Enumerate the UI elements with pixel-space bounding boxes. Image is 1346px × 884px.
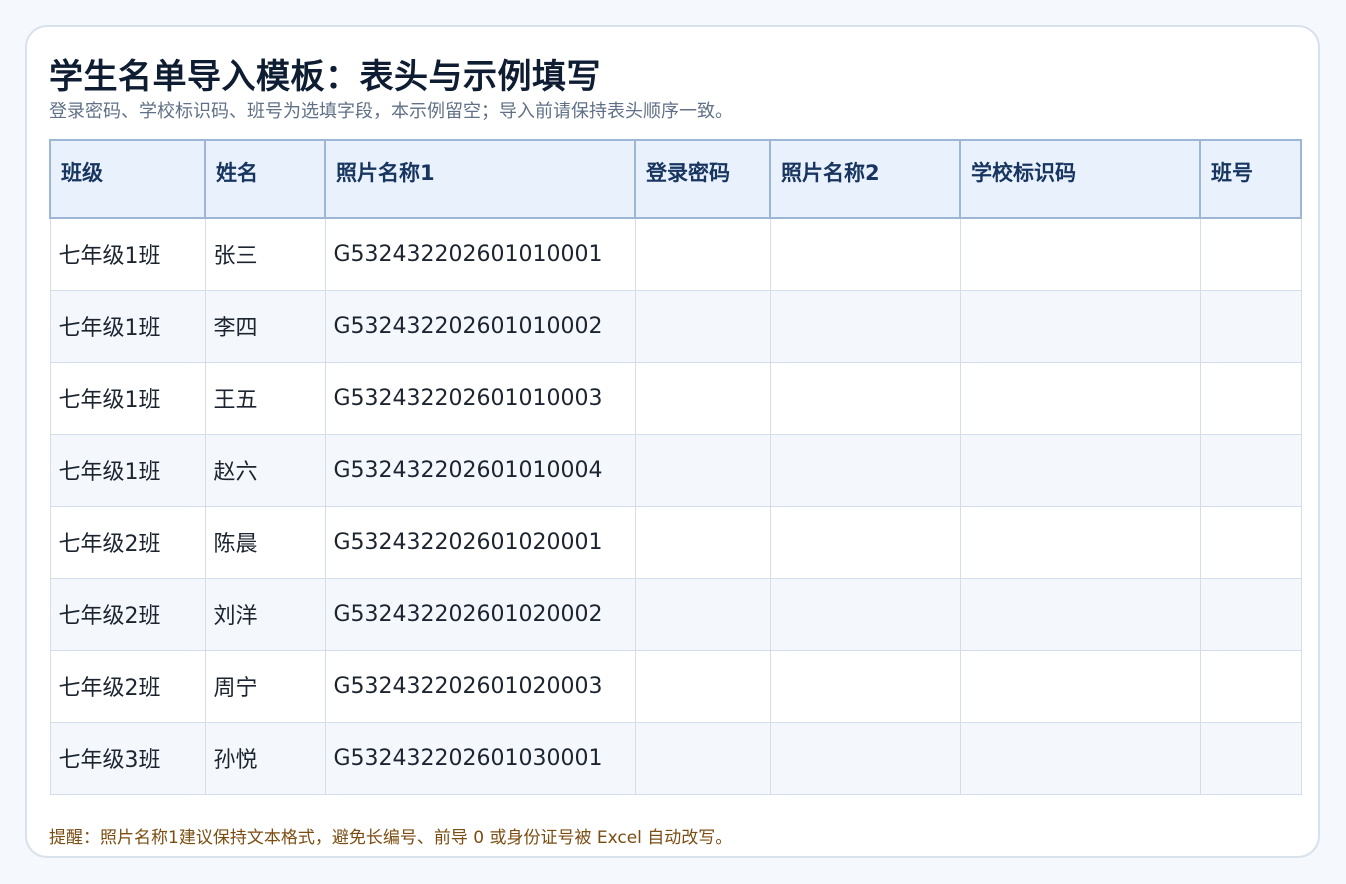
cell-school-id bbox=[959, 505, 1201, 579]
cell-class: 七年级2班 bbox=[49, 577, 206, 651]
header-login-password: 登录密码 bbox=[634, 139, 771, 219]
cell-name: 周宁 bbox=[204, 649, 326, 723]
table-header-row: 班级 姓名 照片名称1 登录密码 照片名称2 学校标识码 班号 bbox=[49, 139, 1302, 219]
cell-photo-name-2 bbox=[769, 649, 961, 723]
cell-name: 赵六 bbox=[204, 433, 326, 507]
cell-login-password bbox=[634, 289, 771, 363]
table-row: 七年级3班 孙悦 G532432202601030001 bbox=[49, 721, 1302, 795]
table-row: 七年级1班 李四 G532432202601010002 bbox=[49, 289, 1302, 363]
table-row: 七年级1班 赵六 G532432202601010004 bbox=[49, 433, 1302, 507]
cell-photo-name-2 bbox=[769, 217, 961, 291]
cell-photo-name-1: G532432202601030001 bbox=[324, 721, 636, 795]
cell-photo-name-1: G532432202601010003 bbox=[324, 361, 636, 435]
cell-school-id bbox=[959, 217, 1201, 291]
cell-photo-name-1: G532432202601010002 bbox=[324, 289, 636, 363]
page-subtitle: 登录密码、学校标识码、班号为选填字段，本示例留空；导入前请保持表头顺序一致。 bbox=[49, 101, 733, 122]
cell-class: 七年级1班 bbox=[49, 361, 206, 435]
cell-class: 七年级1班 bbox=[49, 289, 206, 363]
cell-class: 七年级2班 bbox=[49, 505, 206, 579]
cell-login-password bbox=[634, 433, 771, 507]
cell-class: 七年级3班 bbox=[49, 721, 206, 795]
cell-class-number bbox=[1199, 577, 1302, 651]
cell-photo-name-2 bbox=[769, 721, 961, 795]
header-name: 姓名 bbox=[204, 139, 326, 219]
cell-name: 孙悦 bbox=[204, 721, 326, 795]
table-row: 七年级2班 陈晨 G532432202601020001 bbox=[49, 505, 1302, 579]
cell-school-id bbox=[959, 361, 1201, 435]
cell-login-password bbox=[634, 577, 771, 651]
header-class: 班级 bbox=[49, 139, 206, 219]
cell-photo-name-1: G532432202601010001 bbox=[324, 217, 636, 291]
cell-name: 张三 bbox=[204, 217, 326, 291]
header-photo-name-2: 照片名称2 bbox=[769, 139, 961, 219]
cell-name: 刘洋 bbox=[204, 577, 326, 651]
cell-photo-name-1: G532432202601020001 bbox=[324, 505, 636, 579]
cell-login-password bbox=[634, 361, 771, 435]
cell-school-id bbox=[959, 289, 1201, 363]
cell-school-id bbox=[959, 721, 1201, 795]
cell-name: 陈晨 bbox=[204, 505, 326, 579]
header-photo-name-1: 照片名称1 bbox=[324, 139, 636, 219]
cell-login-password bbox=[634, 721, 771, 795]
cell-school-id bbox=[959, 433, 1201, 507]
table-row: 七年级2班 周宁 G532432202601020003 bbox=[49, 649, 1302, 723]
cell-photo-name-1: G532432202601020002 bbox=[324, 577, 636, 651]
cell-photo-name-1: G532432202601020003 bbox=[324, 649, 636, 723]
cell-photo-name-2 bbox=[769, 361, 961, 435]
cell-class-number bbox=[1199, 721, 1302, 795]
cell-login-password bbox=[634, 649, 771, 723]
cell-school-id bbox=[959, 577, 1201, 651]
cell-login-password bbox=[634, 217, 771, 291]
cell-class: 七年级1班 bbox=[49, 217, 206, 291]
cell-school-id bbox=[959, 649, 1201, 723]
template-card: 学生名单导入模板：表头与示例填写 登录密码、学校标识码、班号为选填字段，本示例留… bbox=[25, 25, 1320, 858]
cell-login-password bbox=[634, 505, 771, 579]
student-roster-table: 班级 姓名 照片名称1 登录密码 照片名称2 学校标识码 班号 七年级1班 张三… bbox=[49, 139, 1302, 795]
table-row: 七年级1班 王五 G532432202601010003 bbox=[49, 361, 1302, 435]
cell-class-number bbox=[1199, 217, 1302, 291]
cell-class-number bbox=[1199, 649, 1302, 723]
cell-class-number bbox=[1199, 289, 1302, 363]
page-title: 学生名单导入模板：表头与示例填写 bbox=[49, 57, 601, 97]
cell-class-number bbox=[1199, 505, 1302, 579]
cell-name: 王五 bbox=[204, 361, 326, 435]
cell-class: 七年级2班 bbox=[49, 649, 206, 723]
cell-name: 李四 bbox=[204, 289, 326, 363]
header-school-id: 学校标识码 bbox=[959, 139, 1201, 219]
cell-class-number bbox=[1199, 361, 1302, 435]
header-class-number: 班号 bbox=[1199, 139, 1302, 219]
format-reminder-note: 提醒：照片名称1建议保持文本格式，避免长编号、前导 0 或身份证号被 Excel… bbox=[49, 828, 733, 848]
cell-photo-name-2 bbox=[769, 289, 961, 363]
cell-photo-name-2 bbox=[769, 577, 961, 651]
cell-photo-name-2 bbox=[769, 433, 961, 507]
table-row: 七年级1班 张三 G532432202601010001 bbox=[49, 217, 1302, 291]
cell-class-number bbox=[1199, 433, 1302, 507]
cell-photo-name-1: G532432202601010004 bbox=[324, 433, 636, 507]
cell-class: 七年级1班 bbox=[49, 433, 206, 507]
cell-photo-name-2 bbox=[769, 505, 961, 579]
table-row: 七年级2班 刘洋 G532432202601020002 bbox=[49, 577, 1302, 651]
